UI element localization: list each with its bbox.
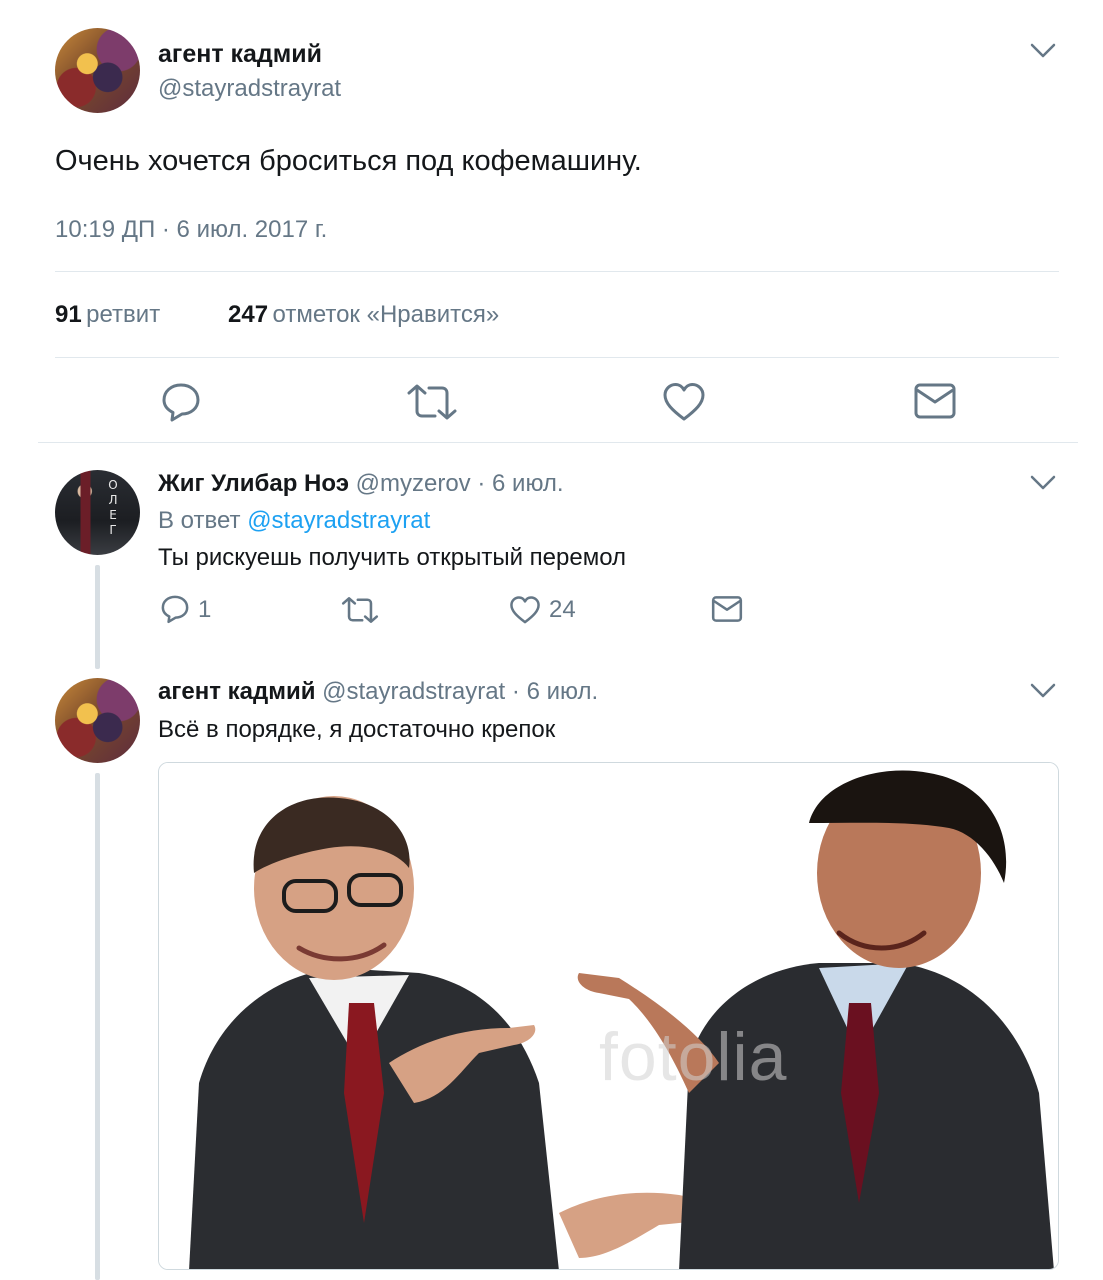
retweet-icon[interactable] xyxy=(406,383,458,421)
reply-author-name[interactable]: Жиг Улибар Ноэ xyxy=(158,470,349,497)
like-label: отметок «Нравится» xyxy=(272,301,500,328)
second-reply-date[interactable]: · 6 июл. xyxy=(512,678,598,705)
thread-line xyxy=(95,565,100,669)
reply-to-prefix: В ответ xyxy=(158,507,241,534)
second-reply-author-name[interactable]: агент кадмий xyxy=(158,678,315,705)
heart-icon[interactable] xyxy=(509,595,541,625)
divider xyxy=(55,271,1059,272)
author-name[interactable]: агент кадмий xyxy=(158,40,322,69)
reply-date[interactable]: · 6 июл. xyxy=(477,470,563,497)
reply-to-handle-link[interactable]: @stayradstrayrat xyxy=(247,507,430,534)
like-count: 247 xyxy=(228,301,269,328)
divider xyxy=(38,442,1078,443)
image-watermark: fotolia xyxy=(599,1019,788,1095)
second-reply-text: Всё в порядке, я достаточно крепок xyxy=(158,716,556,743)
retweet-stats[interactable]: 91 ретвит xyxy=(55,301,160,329)
reply-header: Жиг Улибар Ноэ @myzerov · 6 июл. xyxy=(158,470,564,498)
chevron-down-icon[interactable] xyxy=(1030,682,1056,700)
avatar-lettering: О Л Е Г xyxy=(108,478,118,537)
tweet-media-image[interactable]: fotolia xyxy=(158,762,1059,1270)
reply-author-avatar[interactable]: О Л Е Г xyxy=(55,470,140,555)
reply-text: Ты рискуешь получить открытый перемол xyxy=(158,544,627,571)
second-reply-header: агент кадмий @stayradstrayrat · 6 июл. xyxy=(158,678,598,706)
envelope-icon[interactable] xyxy=(711,595,743,623)
like-stats[interactable]: 247 отметок «Нравится» xyxy=(228,301,499,329)
author-avatar[interactable] xyxy=(55,28,140,113)
heart-icon[interactable] xyxy=(662,381,706,423)
photo-illustration xyxy=(159,763,1058,1269)
tweet-timestamp[interactable]: 10:19 ДП · 6 июл. 2017 г. xyxy=(55,216,327,244)
second-reply-author-handle[interactable]: @stayradstrayrat xyxy=(322,678,505,705)
author-handle[interactable]: @stayradstrayrat xyxy=(158,75,341,103)
reply-icon[interactable] xyxy=(160,381,202,423)
reply-author-handle[interactable]: @myzerov xyxy=(356,470,471,497)
retweet-icon[interactable] xyxy=(341,596,379,624)
reply-to-line: В ответ @stayradstrayrat xyxy=(158,507,430,535)
reply-icon[interactable] xyxy=(160,594,190,624)
chevron-down-icon[interactable] xyxy=(1030,42,1056,60)
divider xyxy=(55,357,1059,358)
thread-line xyxy=(95,773,100,1280)
reply-count: 1 xyxy=(198,596,212,623)
envelope-icon[interactable] xyxy=(913,382,957,420)
retweet-label: ретвит xyxy=(86,301,161,328)
like-count: 24 xyxy=(549,596,576,623)
retweet-count: 91 xyxy=(55,301,82,328)
second-reply-author-avatar[interactable] xyxy=(55,678,140,763)
tweet-text: Очень хочется броситься под кофемашину. xyxy=(55,145,642,177)
chevron-down-icon[interactable] xyxy=(1030,474,1056,492)
